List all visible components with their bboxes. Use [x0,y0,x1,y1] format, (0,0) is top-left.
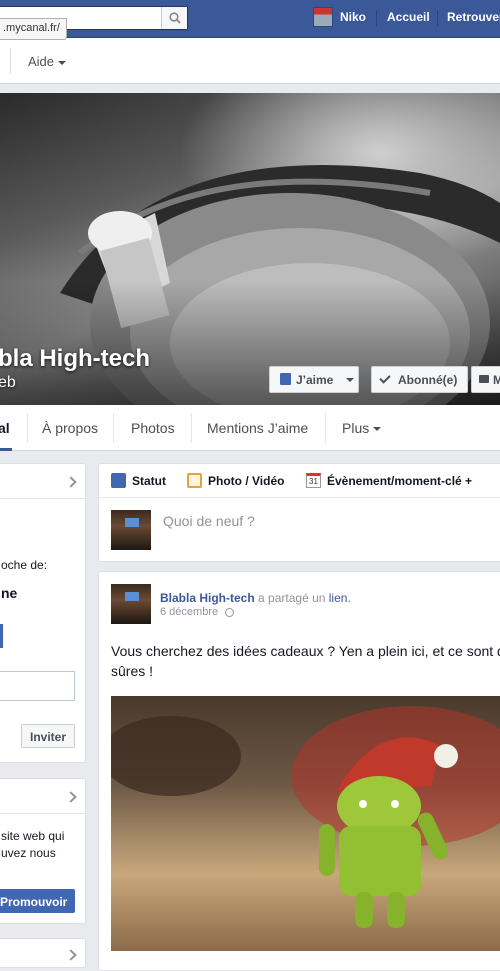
tab-about[interactable]: À propos [42,420,98,436]
post-link-image[interactable] [111,696,500,951]
caret-down-icon [373,427,382,432]
page-avatar [111,510,151,550]
promote-text-line2: uvez nous [1,846,56,860]
divider [27,413,28,443]
post-author-link[interactable]: Blabla High-tech [160,591,255,605]
invite-search-field[interactable] [0,671,75,701]
android-toy-image [111,706,500,928]
page-admin-nav: Aide [0,38,500,84]
divider [325,413,326,443]
top-bar: .mycanal.fr/ Niko Accueil Retrouver [0,0,500,40]
promote-button[interactable]: Promouvoir [0,889,75,913]
promote-text-line1: site web qui [1,829,65,843]
globe-icon [225,607,235,617]
tab-event[interactable]: Évènement/moment-clé + [327,474,472,488]
status-composer: Statut Photo / Vidéo 31 Évènement/moment… [98,463,500,562]
subscribed-button[interactable]: Abonné(e) [371,366,468,393]
selected-option-button[interactable] [0,624,3,648]
chevron-right-icon[interactable] [65,791,77,803]
home-link[interactable]: Accueil [387,10,430,24]
tab-likes[interactable]: Mentions J’aime [207,420,308,436]
pencil-icon [111,473,126,488]
invite-button[interactable]: Invite​r [21,724,75,748]
post-action-text: a partagé un [258,591,326,605]
page-name-partial: ne [1,585,18,601]
message-icon [479,375,489,383]
page-title[interactable]: bla High-tech [0,345,150,373]
subscribed-label: Abonné(e) [398,373,458,387]
message-button[interactable]: M [471,366,500,393]
chevron-right-icon[interactable] [65,949,77,961]
calendar-icon: 31 [306,473,321,488]
page-tabs: al À propos Photos Mentions J’aime Plus [0,405,500,451]
divider [376,10,377,26]
more-label: Plus [342,420,370,436]
post-text-line2: sûres ! [111,663,154,679]
divider [99,497,500,498]
tab-more[interactable]: Plus [342,420,382,436]
tab-photos[interactable]: Photos [131,420,175,436]
post-link-word[interactable]: lien. [329,591,351,605]
cover-photo: bla High-tech eb J’aime Abonné(e) M [0,93,500,405]
post-header: Blabla High-tech a partagé un lien. [160,591,351,605]
divider [113,413,114,443]
help-label: Aide [28,54,55,69]
message-label: M [493,373,500,387]
divider [437,10,438,26]
user-name-link[interactable]: Niko [340,10,366,24]
invite-friends-box: oche de: ne Invite​r [0,463,87,763]
url-tooltip: .mycanal.fr/ [0,18,67,40]
post-text-line1: Vous cherchez des idées cadeaux ? Yen a … [111,643,500,659]
composer-placeholder[interactable]: Quoi de neuf ? [163,513,255,529]
tab-photo-video[interactable]: Photo / Vidéo [208,474,284,488]
help-menu[interactable]: Aide [28,54,67,69]
like-button[interactable]: J’aime [269,366,359,393]
caret-down-icon [58,60,67,65]
checkmark-icon [379,372,391,384]
post-card: Blabla High-tech a partagé un lien. 6 dé… [98,571,500,971]
post-text: Vous cherchez des idées cadeaux ? Yen a … [111,641,500,681]
post-date[interactable]: 6 décembre [160,606,218,618]
divider [0,813,87,814]
page-category: eb [0,374,16,391]
chevron-right-icon[interactable] [65,476,77,488]
photo-icon [187,473,202,488]
divider [191,413,192,443]
active-tab-indicator [0,448,12,451]
divider [10,48,11,74]
search-icon [169,12,181,24]
post-author-avatar[interactable] [111,584,151,624]
avatar[interactable] [313,7,333,27]
divider [0,498,87,499]
tab-status[interactable]: Statut [132,474,166,488]
caret-down-icon [346,378,354,382]
tab-timeline[interactable]: al [0,420,10,436]
find-friends-link[interactable]: Retrouver [447,10,500,24]
invite-description: oche de: [1,558,48,572]
like-label: J’aime [296,373,334,387]
promote-website-box: site web qui uvez nous Promouvoir [0,778,87,924]
search-button[interactable] [161,7,187,29]
thumbs-up-icon [280,373,291,385]
collapsed-box [0,938,86,968]
post-meta: 6 décembre [160,606,235,618]
